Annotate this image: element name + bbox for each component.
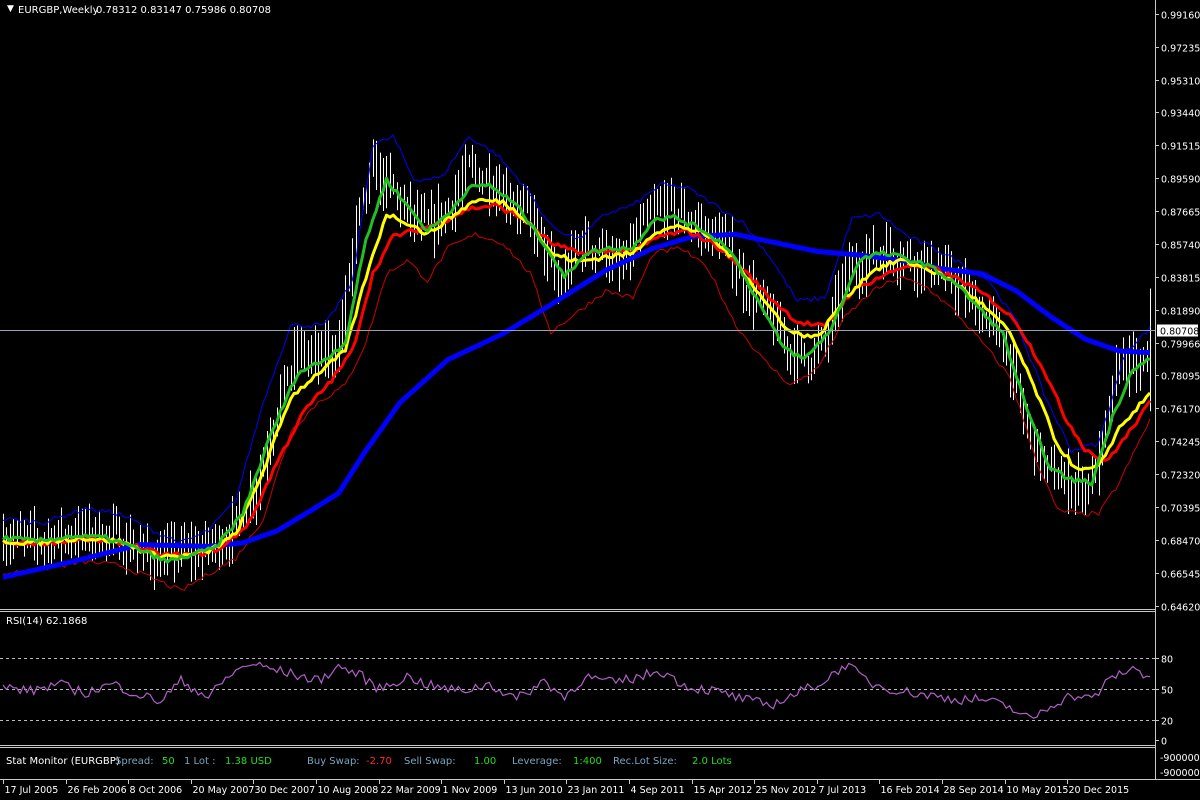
current-price-label: 0.80708 [1160, 327, 1199, 338]
price-tick-label-14: 0.72320 [1161, 471, 1200, 482]
time-tick-label-9: 23 Jan 2011 [568, 785, 625, 796]
leverage-label: Leverage: [512, 756, 562, 767]
time-tick-label-14: 16 Feb 2014 [881, 785, 940, 796]
chart-symbol-title: EURGBP,Weekly [18, 5, 99, 16]
rsi-tick-label-0: 80 [1161, 655, 1173, 666]
time-tick-label-5: 10 Aug 2008 [318, 785, 379, 796]
buy-swap-label: Buy Swap: [307, 756, 360, 767]
price-tick-label-18: 0.64620 [1161, 603, 1200, 614]
time-tick-label-13: 7 Jul 2013 [819, 785, 867, 796]
time-tick-label-6: 22 Mar 2009 [381, 785, 441, 796]
price-tick-label-6: 0.87665 [1161, 208, 1200, 219]
rsi-tick-label-3: 0 [1161, 737, 1167, 748]
time-tick-label-8: 13 Jun 2010 [506, 785, 563, 796]
time-tick-label-10: 4 Sep 2011 [631, 785, 685, 796]
time-tick-label-0: 17 Jul 2005 [5, 785, 59, 796]
lot-label: 1 Lot : [184, 756, 216, 767]
price-tick-label-15: 0.70395 [1161, 504, 1200, 515]
time-tick-label-3: 20 May 2007 [193, 785, 255, 796]
sell-swap-label: Sell Swap: [404, 756, 456, 767]
price-tick-label-16: 0.68470 [1161, 537, 1200, 548]
chart-ohlc-readout: 0.78312 0.83147 0.75986 0.80708 [96, 5, 271, 16]
price-tick-label-1: 0.97235 [1161, 44, 1200, 55]
price-tick-label-5: 0.89590 [1161, 175, 1200, 186]
price-tick-label-0: 0.99160 [1161, 11, 1200, 22]
price-tick-label-4: 0.91515 [1161, 142, 1200, 153]
rsi-tick-label-1: 50 [1161, 686, 1173, 697]
price-tick-label-9: 0.81890 [1161, 307, 1200, 318]
price-tick-label-10: 0.79966 [1161, 340, 1200, 351]
chart-menu-triangle-icon[interactable]: ▼ [7, 4, 14, 14]
rsi-tick-label-2: 20 [1161, 717, 1173, 728]
price-tick-label-3: 0.93440 [1161, 109, 1200, 120]
time-tick-label-7: 1 Nov 2009 [443, 785, 498, 796]
buy-swap-value: -2.70 [366, 756, 392, 767]
lot-value: 1.38 USD [225, 756, 272, 767]
time-tick-label-11: 15 Apr 2012 [694, 785, 753, 796]
sell-swap-value: 1.00 [474, 756, 496, 767]
price-tick-label-13: 0.74245 [1161, 438, 1200, 449]
stat-monitor-label: Stat Monitor (EURGBP) [6, 756, 120, 767]
time-tick-label-4: 30 Dec 2007 [255, 785, 316, 796]
price-tick-label-12: 0.76170 [1161, 405, 1200, 416]
lot-size-label: Rec.Lot Size: [613, 756, 677, 767]
time-tick-label-17: 20 Dec 2015 [1069, 785, 1130, 796]
time-tick-label-2: 8 Oct 2006 [130, 785, 183, 796]
rsi-label: RSI(14) 62.1868 [6, 616, 87, 627]
stat-axis-tick-1: -9000000 [1160, 753, 1200, 764]
spread-label: Spread: [115, 756, 154, 767]
price-tick-label-2: 0.95310 [1161, 77, 1200, 88]
price-tick-label-17: 0.66545 [1161, 570, 1200, 581]
price-tick-label-8: 0.83815 [1161, 274, 1200, 285]
price-tick-label-7: 0.85740 [1161, 241, 1200, 252]
leverage-value: 1:400 [573, 756, 602, 767]
time-tick-label-1: 26 Feb 2006 [68, 785, 127, 796]
chart-canvas: 0.80708 0.99160 0.97235 0.95310 0.93440 0.91… [0, 0, 1200, 800]
lot-size-value: 2.0 Lots [692, 756, 732, 767]
time-tick-label-16: 10 May 2015 [1007, 785, 1069, 796]
stat-axis-tick-2: -9000000 [1160, 768, 1200, 779]
time-tick-label-15: 28 Sep 2014 [944, 785, 1004, 796]
price-tick-label-11: 0.78095 [1161, 372, 1200, 383]
time-tick-label-12: 25 Nov 2012 [756, 785, 817, 796]
spread-value: 50 [162, 756, 175, 767]
